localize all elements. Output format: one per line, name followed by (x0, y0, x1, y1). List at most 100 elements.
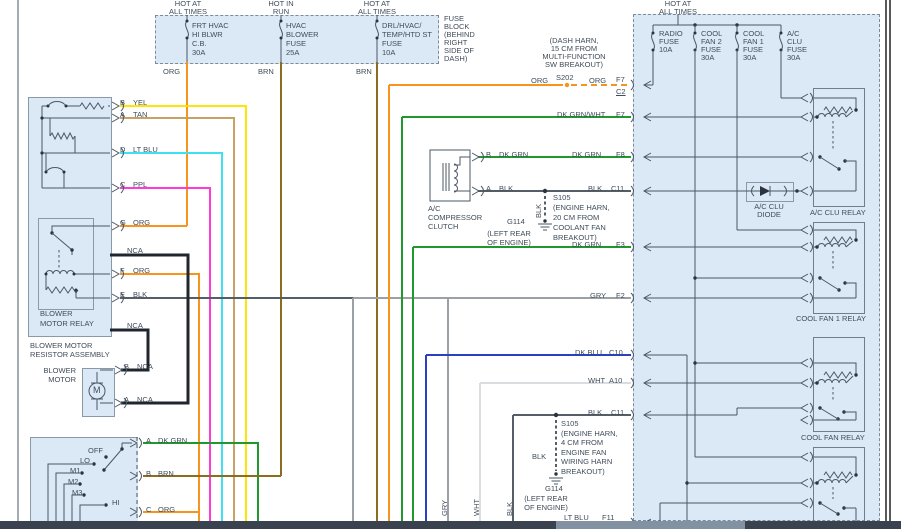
fuse-label: A/C CLU FUSE 30A (787, 30, 807, 62)
fuse-block-note: FUSE BLOCK (BEHIND RIGHT SIDE OF DASH) (444, 15, 475, 63)
switch-pos: M1 (70, 466, 80, 475)
wire-color: YEL (133, 98, 147, 107)
splice-label: S202 (556, 73, 574, 82)
pin-label: D (120, 145, 125, 154)
wire-color: ORG (163, 67, 180, 76)
wire-color: DK BLU (575, 348, 602, 357)
component-label: A/C COMPRESSOR CLUTCH (428, 204, 482, 231)
fuse-label: HVAC BLOWER FUSE 25A (286, 21, 319, 57)
wire-color: BRN (258, 67, 274, 76)
wire-color: DK GRN (572, 150, 601, 159)
wire-color: BLK (588, 408, 602, 417)
feed-label: HOT AT ALL TIMES (166, 0, 210, 16)
pin-label: A (124, 395, 129, 404)
fuse-label: COOL FAN 2 FUSE 30A (701, 30, 722, 62)
motor-symbol-letter: M (93, 386, 101, 395)
component-label: BLOWER MOTOR (38, 366, 76, 384)
wire-color: NCA (137, 395, 153, 404)
ground-label: G114 (507, 217, 525, 226)
ground-note: (LEFT REAR OF ENGINE) (514, 494, 578, 512)
wire-color: NCA (137, 362, 153, 371)
ac-clutch-internals (430, 150, 470, 201)
cool-fan-relay-box (813, 337, 865, 432)
pin-label: B (146, 469, 151, 478)
wire-color: LT BLU (133, 145, 158, 154)
pin-label: A (486, 184, 491, 193)
bottom-scrollbar[interactable] (0, 521, 901, 529)
component-label: COOL FAN RELAY (801, 433, 865, 442)
feed-label: HOT AT ALL TIMES (355, 0, 399, 16)
pin-label: F7 (616, 75, 625, 84)
pin-label: C11 (611, 408, 624, 417)
wire-color: GRY (590, 291, 606, 300)
wire-color: BLK (588, 184, 602, 193)
wire-color: BLK (499, 184, 513, 193)
component-label: A/C CLU RELAY (810, 208, 866, 217)
wire-color: BLK (505, 502, 514, 516)
pin-label: A (120, 110, 125, 119)
ac-clu-diode-box (746, 182, 794, 202)
pin-label: E (120, 290, 125, 299)
wire-color: DK GRN (572, 240, 601, 249)
pin-label: B (124, 362, 129, 371)
fuse-label: FRT HVAC HI BLWR C.B. 30A (192, 21, 229, 57)
component-label: BLOWER MOTOR RESISTOR ASSEMBLY (30, 341, 110, 359)
wiring-diagram: HOT AT ALL TIMESHOT IN RUNHOT AT ALL TIM… (0, 0, 901, 529)
fuse-label: RADIO FUSE 10A (659, 30, 683, 54)
wire-color: ORG (589, 76, 606, 85)
pin-label: F8 (616, 150, 625, 159)
wire-color: ORG (531, 76, 548, 85)
component-label: COOL FAN 1 RELAY (796, 314, 866, 323)
ground-note: (LEFT REAR OF ENGINE) (478, 229, 540, 247)
wire-color: DK GRN (158, 436, 187, 445)
wire-color: ORG (133, 266, 150, 275)
pin-label: C10 (609, 348, 623, 357)
blower-switch-box (30, 437, 138, 529)
ground-symbol-g114-top (538, 224, 552, 230)
wire-color: PPL (133, 180, 147, 189)
switch-pos: LO (80, 456, 90, 465)
pin-label: C (146, 505, 151, 514)
pin-label: G (120, 218, 126, 227)
wire-color: ORG (133, 218, 150, 227)
switch-pos: M2 (68, 477, 78, 486)
scrollbar-thumb[interactable] (556, 521, 745, 529)
component-label: BLOWER MOTOR RELAY (40, 309, 94, 329)
wire-color: BRN (356, 67, 372, 76)
relay-4-box (813, 447, 865, 529)
pin-label: B (486, 150, 491, 159)
fuse-label: DRL/HVAC/ TEMP/HTD ST FUSE 10A (382, 21, 432, 57)
wire-color: NCA (127, 321, 143, 330)
ac-clu-relay-box (813, 88, 865, 207)
ground-label: G114 (545, 484, 563, 493)
wire-color: WHT (588, 376, 605, 385)
pin-label: C11 (611, 184, 624, 193)
pin-label: F (120, 266, 125, 275)
wire-color: NCA (127, 246, 143, 255)
wire-color: DK GRN (499, 150, 528, 159)
pin-label: B (120, 98, 125, 107)
splice-note: S105 (ENGINE HARN, 4 CM FROM ENGINE FAN … (561, 419, 618, 476)
pin-label: A10 (609, 376, 622, 385)
wire-color: BRN (158, 469, 174, 478)
wire-color: BLK (534, 204, 543, 218)
component-label: A/C CLU DIODE (744, 203, 794, 219)
pin-label: C (120, 180, 125, 189)
blower-motor-relay-box (38, 218, 94, 310)
wire-color: TAN (133, 110, 147, 119)
switch-pos: HI (112, 498, 120, 507)
wire-color: BLK (133, 290, 147, 299)
wire-color: DK GRN/WHT (557, 110, 605, 119)
splice-note: S105 (ENGINE HARN, 20 CM FROM COOLANT FA… (553, 193, 610, 243)
wire-color: GRY (440, 500, 449, 516)
harness-note: (DASH HARN, 15 CM FROM MULTI-FUNCTION SW… (518, 37, 630, 69)
feed-label: HOT AT ALL TIMES (656, 0, 700, 16)
pin-label: A (146, 436, 151, 445)
fuse-label: COOL FAN 1 FUSE 30A (743, 30, 764, 62)
cool-fan-1-relay-box (813, 222, 865, 314)
pin-label: F7 (616, 110, 625, 119)
pin-label: F2 (616, 291, 625, 300)
wire-color: WHT (472, 499, 481, 516)
wire-color: BLK (532, 452, 546, 461)
switch-pos: OFF (88, 446, 103, 455)
